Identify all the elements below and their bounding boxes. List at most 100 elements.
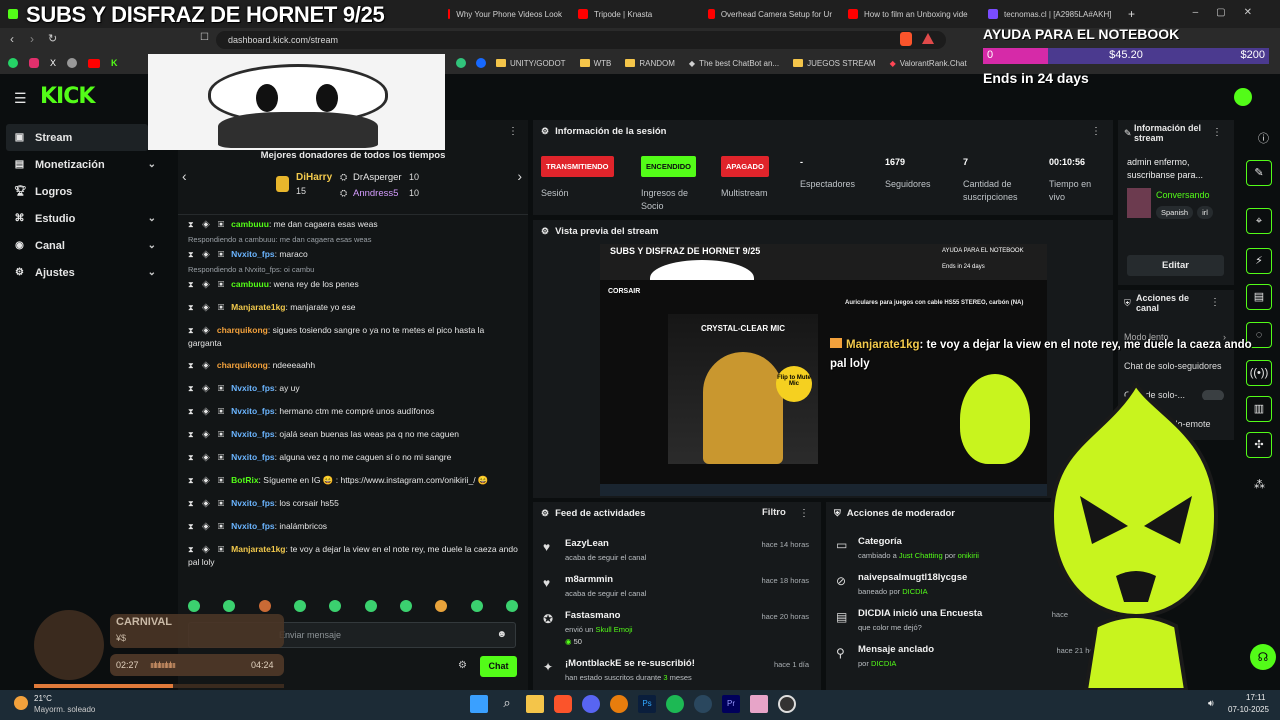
emote-icon[interactable]	[364, 600, 377, 612]
chat-username[interactable]: charquikong	[217, 360, 268, 370]
bookmark-folder-wtb[interactable]: WTB	[579, 59, 611, 68]
tab-5[interactable]: Overhead Camera Setup for Ur	[700, 0, 840, 28]
bookmark-folder-juegos[interactable]: JUEGOS STREAM	[793, 59, 876, 68]
stream-info-menu-icon[interactable]: ⋮	[1212, 127, 1222, 138]
feed-item[interactable]: ✦ ¡MontblackE se re-suscribió! han estado …	[533, 658, 821, 694]
chatgpt-icon[interactable]	[456, 58, 466, 68]
sidebar-item-canal[interactable]: ◉ Canal ⌄	[0, 232, 174, 259]
back-icon[interactable]: ‹	[10, 32, 14, 46]
emote-icon[interactable]	[435, 600, 448, 612]
url-input[interactable]: dashboard.kick.com/stream	[216, 31, 946, 49]
chat-message[interactable]: ⧗ ◈ charquikong: ndeeeaahh	[178, 359, 528, 372]
search-icon[interactable]: ⌕	[498, 695, 516, 713]
feed-menu-icon[interactable]: ⋮	[799, 508, 809, 519]
layout-icon[interactable]: ▥	[1246, 396, 1272, 422]
emoji-picker-icon[interactable]: ☻	[496, 629, 507, 640]
chat-message[interactable]: ⧗ ◈ ▣ Nvxito_fps: inalámbricos	[178, 520, 528, 533]
tab-3[interactable]: Why Your Phone Videos Look	[440, 0, 570, 28]
clock-time[interactable]: 17:11	[1246, 693, 1265, 702]
info-icon[interactable]: ⓘ	[1258, 130, 1269, 146]
sidebar-item-stream[interactable]: ▣ Stream	[6, 124, 148, 151]
x-icon[interactable]: X	[50, 58, 56, 68]
app-icon[interactable]	[750, 695, 768, 713]
sidebar-item-monetizacion[interactable]: ▤ Monetización ⌄	[0, 151, 174, 178]
chat-username[interactable]: charquikong	[217, 325, 268, 335]
kick-bookmark-icon[interactable]: K	[111, 58, 118, 68]
clock-date[interactable]: 07-10-2025	[1228, 705, 1269, 714]
feed-item[interactable]: ✪ Fastasmano envió un Skull Emoji ◉ 50 hace …	[533, 610, 821, 646]
file-explorer-icon[interactable]	[526, 695, 544, 713]
stream-category[interactable]: Conversando	[1156, 190, 1210, 200]
bolt-icon[interactable]: ⚡︎	[1246, 248, 1272, 274]
chat-username[interactable]: cambuuu	[231, 279, 269, 289]
chat-message[interactable]: ⧗ ◈ ▣ Nvxito_fps: alguna vez q no me cagu…	[178, 451, 528, 464]
share-icon[interactable]: ⁂	[1254, 478, 1265, 491]
tab-7[interactable]: tecnomas.cl | [A2985LA#AKH]	[980, 0, 1120, 28]
youtube-bookmark-icon[interactable]	[88, 58, 101, 68]
chat-message[interactable]: ⧗ ◈ ▣ Nvxito_fps: ay uy	[178, 382, 528, 395]
menu-icon[interactable]: ☰	[14, 90, 27, 107]
chat-username[interactable]: Nvxito_fps	[231, 249, 274, 259]
chat-message[interactable]: ⧗ ◈ ▣ Nvxito_fps: ojalá sean buenas las w…	[178, 428, 528, 441]
chat-username[interactable]: Nvxito_fps	[231, 383, 274, 393]
feed-item[interactable]: ♥ EazyLean acaba de seguir el canal hace 14…	[533, 538, 821, 574]
session-menu-icon[interactable]: ⋮	[1091, 126, 1101, 137]
new-tab-button[interactable]: +	[1120, 0, 1140, 28]
chat-username[interactable]: cambuuu	[231, 219, 269, 229]
feed-item[interactable]: ♥ m8armmin acaba de seguir el canal hace 18…	[533, 574, 821, 610]
reload-icon[interactable]: ↻	[48, 32, 57, 45]
clipboard-icon[interactable]: ▤	[1246, 284, 1272, 310]
emote-icon[interactable]	[399, 600, 412, 612]
chat-menu-icon[interactable]: ⋮	[508, 126, 518, 137]
chat-username[interactable]: Nvxito_fps	[231, 521, 274, 531]
discord-icon[interactable]	[582, 695, 600, 713]
channel-actions-menu-icon[interactable]: ⋮	[1210, 297, 1220, 308]
bookmark-icon[interactable]: ☐	[200, 32, 209, 43]
apple-icon[interactable]	[67, 58, 78, 68]
window-controls[interactable]: –▢✕	[1193, 7, 1270, 18]
bookmark-folder-random[interactable]: RANDOM	[625, 59, 675, 68]
target-icon[interactable]: ⌖	[1246, 208, 1272, 234]
chat-send-button[interactable]: Chat	[480, 656, 517, 677]
brave-shield-icon[interactable]	[900, 32, 912, 46]
tab-6[interactable]: How to film an Unboxing vide	[840, 0, 980, 28]
chat-username[interactable]: BotRix	[231, 475, 258, 485]
tag[interactable]: Spanish	[1156, 206, 1194, 219]
start-icon[interactable]	[470, 695, 488, 713]
premiere-icon[interactable]: Pr	[722, 695, 740, 713]
brave-rewards-icon[interactable]	[922, 33, 934, 44]
whatsapp-icon[interactable]	[8, 58, 18, 68]
blender-icon[interactable]	[610, 695, 628, 713]
edit-stream-button[interactable]: Editar	[1127, 255, 1224, 276]
chat-settings-icon[interactable]: ⚙	[458, 660, 467, 671]
bookmark-chatbot[interactable]: ◆ The best ChatBot an...	[689, 59, 779, 68]
brave-icon[interactable]	[554, 695, 572, 713]
obs-icon[interactable]	[778, 695, 796, 713]
chat-message[interactable]: ⧗ ◈ ▣ Nvxito_fps: maraco	[178, 248, 528, 261]
emote-icon[interactable]	[505, 600, 518, 612]
chat-username[interactable]: Nvxito_fps	[231, 429, 274, 439]
emote-icon[interactable]	[329, 600, 342, 612]
chat-message[interactable]: ⧗ ◈ ▣ Manjarate1kg: manjarate yo ese	[178, 301, 528, 314]
bookmark-valorant[interactable]: ◆ ValorantRank.Chat	[890, 59, 967, 68]
chat-message[interactable]: ⧗ ◈ ▣ cambuuu: wena rey de los penes	[178, 278, 528, 291]
instagram-icon[interactable]	[29, 58, 39, 68]
chat-message[interactable]: ⧗ ◈ ▣ Nvxito_fps: hermano ctm me compré u…	[178, 405, 528, 418]
kick-logo[interactable]: KICK	[40, 84, 95, 109]
photoshop-icon[interactable]: Ps	[638, 695, 656, 713]
bookmark-folder-unity[interactable]: UNITY/GODOT	[496, 59, 566, 68]
pencil-icon[interactable]: ✎	[1246, 160, 1272, 186]
filter-button[interactable]: Filtro	[762, 507, 786, 518]
tab-4[interactable]: Tripode | Knasta	[570, 0, 700, 28]
steam-icon[interactable]	[694, 695, 712, 713]
wrench-icon[interactable]: ✣	[1246, 432, 1272, 458]
sidebar-item-ajustes[interactable]: ⚙ Ajustes ⌄	[0, 259, 174, 286]
chat-message[interactable]: ⧗ ◈ ▣ Manjarate1kg: te voy a dejar la vie…	[178, 543, 528, 568]
sidebar-item-estudio[interactable]: ⌘ Estudio ⌄	[0, 205, 174, 232]
chat-username[interactable]: Nvxito_fps	[231, 406, 274, 416]
chat-username[interactable]: Nvxito_fps	[231, 452, 274, 462]
sidebar-item-logros[interactable]: 🏆︎ Logros	[0, 178, 174, 205]
chat-message[interactable]: ⧗ ◈ ▣ cambuuu: me dan cagaera esas weas	[178, 218, 528, 231]
tag[interactable]: irl	[1197, 206, 1213, 219]
spotify-icon[interactable]	[666, 695, 684, 713]
